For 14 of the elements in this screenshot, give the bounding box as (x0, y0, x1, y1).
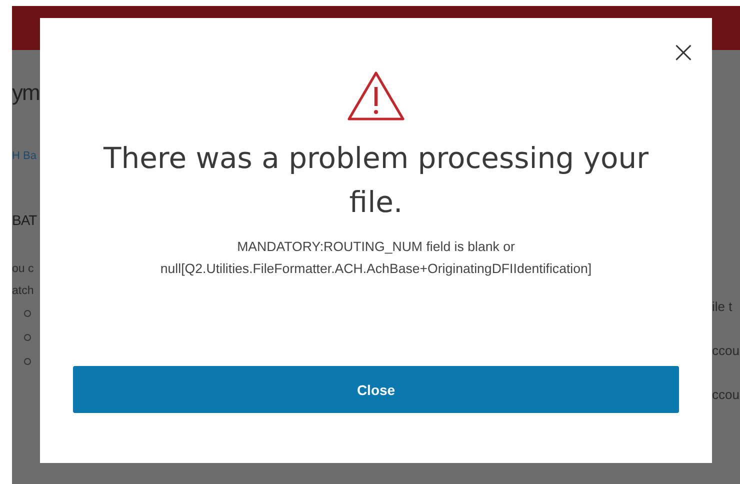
body-text: ou c (12, 262, 35, 277)
body-text: ile t (712, 298, 734, 316)
bullet-icon (24, 358, 31, 365)
bullet-icon (24, 310, 31, 317)
close-button[interactable]: Close (73, 366, 679, 413)
body-text: ccou (712, 342, 740, 360)
bullet-icon (24, 334, 31, 341)
dialog-title: There was a problem processing your file. (102, 140, 650, 221)
page-heading: ym (12, 80, 40, 106)
warning-icon (346, 70, 406, 122)
body-text: ccou (712, 386, 740, 404)
error-message: MANDATORY:ROUTING_NUM field is blank or null[Q2.Utilities.FileFormatter.ACH.AchBase+OriginatingDFIIdentification] (159, 238, 593, 278)
section-title: BAT (12, 212, 38, 228)
body-text: atch (12, 284, 35, 299)
